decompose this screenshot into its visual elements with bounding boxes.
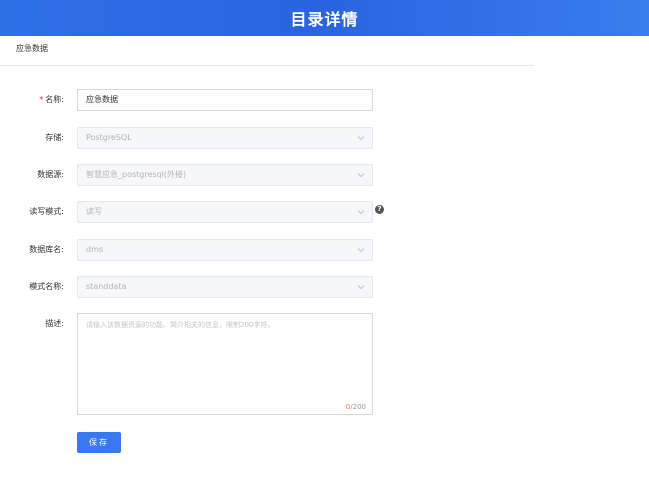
rw-mode-select[interactable]: 读写: [77, 201, 373, 223]
form-row-schema: 模式名称: standdata: [0, 276, 649, 298]
name-input-value: 应急数据: [86, 95, 118, 104]
form-row-storage: 存储: PostgreSQL: [0, 127, 649, 149]
form-row-rw-mode: 读写模式: 读写 ?: [0, 201, 649, 223]
required-mark: *: [39, 95, 44, 104]
database-select-value: dms: [86, 245, 104, 254]
page-header: 目录详情: [0, 0, 649, 36]
description-textarea[interactable]: 请输入该数据资源的功能、简介相关的信息，限制200字符。 0/200: [77, 313, 373, 415]
form-row-name: * 名称: 应急数据: [0, 89, 649, 111]
name-input[interactable]: 应急数据: [77, 89, 373, 111]
storage-select-value: PostgreSQL: [86, 133, 132, 142]
schema-label: 模式名称:: [29, 282, 64, 291]
form-row-database: 数据库名: dms: [0, 239, 649, 261]
form-row-datasource: 数据源: 智慧应急_postgresql(外接): [0, 164, 649, 186]
datasource-label: 数据源:: [37, 170, 64, 179]
storage-label: 存储:: [45, 133, 64, 142]
breadcrumb: 应急数据: [16, 44, 48, 53]
save-button[interactable]: 保存: [77, 432, 121, 453]
schema-select[interactable]: standdata: [77, 276, 373, 298]
name-label: * 名称:: [39, 95, 64, 104]
description-label: 描述:: [45, 319, 64, 328]
datasource-select-value: 智慧应急_postgresql(外接): [86, 170, 187, 179]
question-circle-icon[interactable]: ?: [375, 205, 384, 214]
chevron-down-icon: [357, 210, 365, 215]
database-label: 数据库名:: [29, 245, 64, 254]
char-counter: 0/200: [345, 403, 366, 411]
rw-mode-select-value: 读写: [86, 207, 102, 216]
chevron-down-icon: [357, 136, 365, 141]
chevron-down-icon: [357, 248, 365, 253]
description-placeholder: 请输入该数据资源的功能、简介相关的信息，限制200字符。: [86, 321, 275, 329]
datasource-select[interactable]: 智慧应急_postgresql(外接): [77, 164, 373, 186]
chevron-down-icon: [357, 173, 365, 178]
breadcrumb-divider: [0, 65, 534, 66]
database-select[interactable]: dms: [77, 239, 373, 261]
schema-select-value: standdata: [86, 282, 127, 291]
page-title: 目录详情: [290, 10, 359, 29]
storage-select[interactable]: PostgreSQL: [77, 127, 373, 149]
chevron-down-icon: [357, 285, 365, 290]
rw-mode-label: 读写模式:: [29, 207, 64, 216]
